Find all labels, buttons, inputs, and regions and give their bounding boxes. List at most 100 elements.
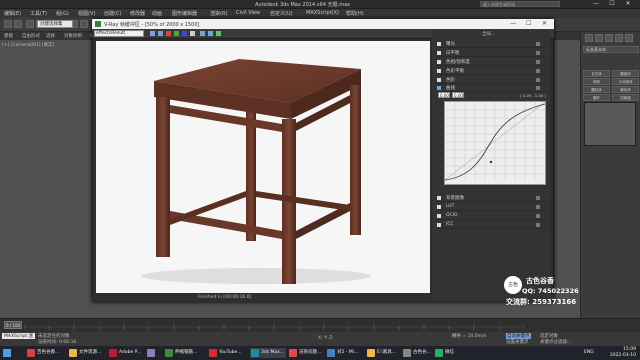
ribbon-tab-modeling[interactable]: 建模: [4, 33, 13, 39]
settings-icon[interactable]: [536, 78, 540, 82]
checkbox[interactable]: [437, 78, 441, 82]
menu-modifiers[interactable]: 修改器: [130, 10, 145, 17]
cc-row-ocio[interactable]: OCIO: [436, 212, 548, 220]
minimize-button[interactable]: —: [590, 0, 602, 8]
save-icon[interactable]: [150, 31, 155, 36]
red-channel-icon[interactable]: [166, 31, 171, 36]
taskbar-app-7[interactable]: 3ds Max...: [250, 348, 286, 358]
material-swatch[interactable]: [584, 102, 636, 146]
menu-group[interactable]: 组(G): [56, 10, 69, 17]
ribbon-tab-objectpaint[interactable]: 对象绘制: [64, 33, 82, 39]
settings-icon[interactable]: [536, 196, 540, 200]
redo-icon[interactable]: [14, 20, 22, 28]
modify-tab-icon[interactable]: [595, 34, 603, 42]
geosphere-button[interactable]: 几何球体: [612, 78, 639, 85]
cc-row-icc[interactable]: ICC: [436, 221, 548, 229]
menu-civil[interactable]: Civil View: [236, 10, 260, 16]
save-all-icon[interactable]: [158, 31, 163, 36]
settings-icon[interactable]: [536, 69, 540, 73]
checkbox[interactable]: [437, 69, 441, 73]
maximize-button[interactable]: ☐: [606, 0, 618, 8]
taskbar-app-11[interactable]: 古色谷...: [402, 348, 432, 358]
render-icon[interactable]: [216, 31, 221, 36]
taskbar-app-1[interactable]: 百色谷香...: [26, 348, 66, 358]
timeline[interactable]: 0 / 100: [0, 318, 640, 332]
time-slider[interactable]: 0 / 100: [4, 321, 22, 329]
blue-channel-icon[interactable]: [182, 31, 187, 36]
taskbar-app-5[interactable]: 伸缩钢筋...: [164, 348, 206, 358]
cc-row-hue-saturation[interactable]: 色相/饱和度: [436, 58, 548, 66]
vfb-maximize-button[interactable]: ☐: [526, 20, 531, 27]
ribbon-tab-selection[interactable]: 选择: [46, 33, 55, 39]
pyramid-button[interactable]: 四棱锥: [612, 94, 639, 101]
settings-icon[interactable]: [536, 205, 540, 209]
motion-tab-icon[interactable]: [615, 34, 623, 42]
cc-row-curves[interactable]: 曲线: [436, 84, 548, 92]
region-render-icon[interactable]: [208, 31, 213, 36]
curve-editor[interactable]: [444, 101, 546, 185]
alpha-channel-icon[interactable]: [190, 31, 195, 36]
checkbox[interactable]: [437, 60, 441, 64]
cylinder-button[interactable]: 圆柱体: [583, 86, 610, 93]
system-clock[interactable]: 15:09 2022-03-10: [610, 347, 636, 359]
cc-row-background[interactable]: 背景图像: [436, 194, 548, 202]
undo-icon[interactable]: [4, 20, 12, 28]
key-filters-button[interactable]: 关键点过滤器...: [540, 339, 571, 345]
taskbar-app-3[interactable]: Adobe P...: [108, 348, 144, 358]
menu-edit[interactable]: 编辑(E): [4, 10, 21, 17]
vfb-minimize-button[interactable]: —: [510, 20, 516, 27]
scale-icon[interactable]: [80, 20, 88, 28]
checkbox-checked[interactable]: [437, 86, 441, 90]
vfb-close-button[interactable]: ✕: [542, 20, 547, 27]
menu-tools[interactable]: 工具(T): [30, 10, 47, 17]
object-type-dropdown[interactable]: 标准基本体: [583, 46, 639, 53]
settings-icon[interactable]: [536, 86, 540, 90]
settings-icon[interactable]: [536, 214, 540, 218]
taskbar-app-2[interactable]: 文件资源...: [68, 348, 108, 358]
maxscript-listener[interactable]: MAXScript 迷: [2, 333, 36, 339]
select-link-icon[interactable]: [26, 20, 34, 28]
menu-help[interactable]: 帮助(H): [346, 10, 364, 17]
taskbar-app-4[interactable]: [146, 348, 160, 358]
taskbar-app-6[interactable]: YouTube...: [208, 348, 248, 358]
checkbox[interactable]: [437, 205, 441, 209]
cc-row-white-balance[interactable]: 白平衡: [436, 49, 548, 57]
taskbar-app-10[interactable]: E:\家具...: [366, 348, 400, 358]
menu-render[interactable]: 渲染(R): [210, 10, 227, 17]
settings-icon[interactable]: [536, 42, 540, 46]
torus-button[interactable]: 圆环: [583, 94, 610, 101]
menu-create[interactable]: 创建(C): [104, 10, 121, 17]
menu-views[interactable]: 视图(V): [78, 10, 95, 17]
coordinates[interactable]: X: Y: Z:: [318, 336, 334, 341]
cc-row-lut[interactable]: LUT: [436, 203, 548, 211]
box-button[interactable]: 长方体: [583, 70, 610, 77]
cone-button[interactable]: 圆锥体: [612, 70, 639, 77]
taskbar-app-8[interactable]: 渲染问题...: [288, 348, 324, 358]
search-input[interactable]: 键入关键字或短语: [480, 1, 560, 7]
green-channel-icon[interactable]: [174, 31, 179, 36]
curve-input-field[interactable]: 0.00: [438, 92, 450, 98]
set-key-button[interactable]: 设置关键点: [506, 339, 529, 345]
display-tab-icon[interactable]: [625, 34, 633, 42]
selection-set-field[interactable]: 创建选择集: [37, 20, 73, 28]
checkbox[interactable]: [437, 42, 441, 46]
menu-customize[interactable]: 自定义(U): [270, 10, 293, 17]
channel-dropdown[interactable]: effectsResult: [94, 30, 144, 37]
settings-icon[interactable]: [536, 51, 540, 55]
settings-icon[interactable]: [536, 60, 540, 64]
viewport-label[interactable]: [+] [Camera001] [真实]: [2, 42, 54, 48]
tube-button[interactable]: 管状体: [612, 86, 639, 93]
settings-icon[interactable]: [536, 223, 540, 227]
checkbox[interactable]: [437, 214, 441, 218]
cc-row-color-balance[interactable]: 色彩平衡: [436, 67, 548, 75]
cc-row-levels[interactable]: 色阶: [436, 76, 548, 84]
sphere-button[interactable]: 球体: [583, 78, 610, 85]
menu-graph[interactable]: 图形编辑器: [172, 10, 197, 17]
curve-output-field[interactable]: 0.00: [452, 92, 464, 98]
hierarchy-tab-icon[interactable]: [605, 34, 613, 42]
checkbox[interactable]: [437, 196, 441, 200]
clear-icon[interactable]: [200, 31, 205, 36]
taskbar-app-12[interactable]: 微信: [434, 348, 462, 358]
create-tab-icon[interactable]: [585, 34, 593, 42]
input-language[interactable]: ENG: [584, 350, 594, 355]
